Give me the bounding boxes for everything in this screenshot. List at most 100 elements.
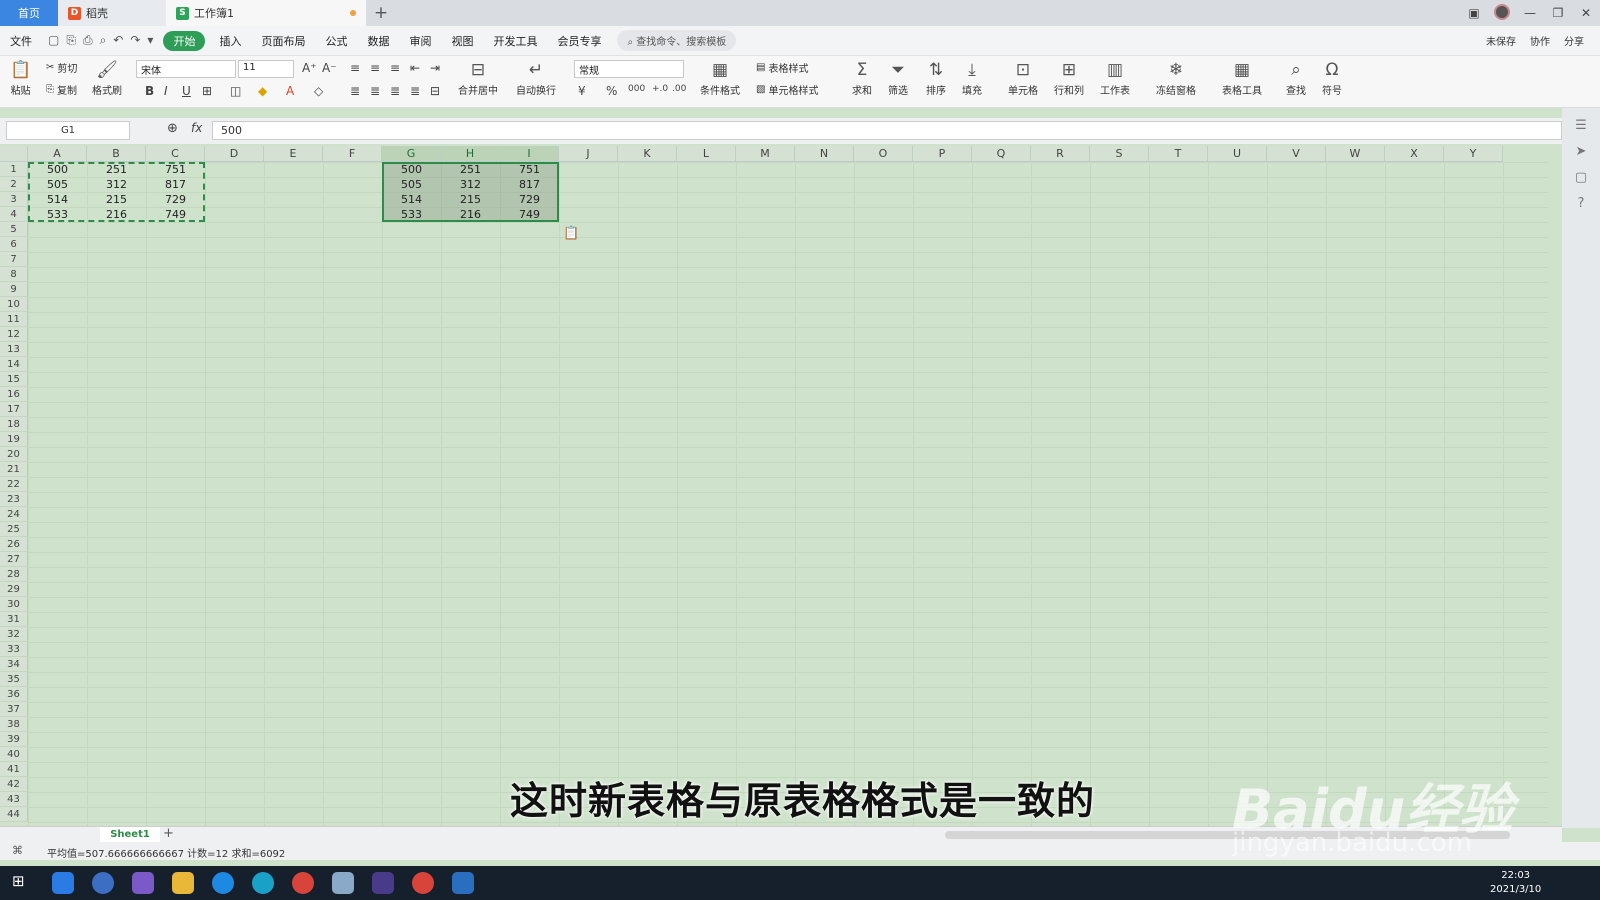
zoom-icon[interactable]: ⊕ xyxy=(167,121,178,136)
font-size-select[interactable]: 11 xyxy=(238,60,294,78)
row-header[interactable]: 20 xyxy=(0,447,28,462)
menu-review[interactable]: 审阅 xyxy=(399,33,441,49)
row-header[interactable]: 13 xyxy=(0,342,28,357)
redo-icon[interactable]: ↷ xyxy=(130,33,140,48)
menu-formula[interactable]: 公式 xyxy=(315,33,357,49)
table-tools-button[interactable]: ▦ 表格工具 xyxy=(1222,58,1262,97)
row-header[interactable]: 27 xyxy=(0,552,28,567)
column-header[interactable]: O xyxy=(854,146,913,162)
window-layout-icon[interactable]: ▣ xyxy=(1460,6,1488,20)
row-header[interactable]: 29 xyxy=(0,582,28,597)
column-header[interactable]: T xyxy=(1149,146,1208,162)
browser-icon[interactable] xyxy=(212,872,234,894)
chrome-icon-2[interactable] xyxy=(412,872,434,894)
bold-icon[interactable]: B xyxy=(145,84,154,98)
row-header[interactable]: 40 xyxy=(0,747,28,762)
menu-insert[interactable]: 插入 xyxy=(209,33,251,49)
column-header[interactable]: E xyxy=(264,146,323,162)
table-cell[interactable]: 533 xyxy=(382,207,441,222)
row-header[interactable]: 34 xyxy=(0,657,28,672)
currency-icon[interactable]: ¥ xyxy=(578,84,586,98)
row-header[interactable]: 26 xyxy=(0,537,28,552)
align-middle-icon[interactable]: ≡ xyxy=(370,61,380,75)
tab-daoke[interactable]: D 稻壳 xyxy=(58,0,166,26)
align-bottom-icon[interactable]: ≡ xyxy=(390,61,400,75)
row-header[interactable]: 19 xyxy=(0,432,28,447)
table-cell[interactable]: 251 xyxy=(87,162,146,177)
font-grow-icon[interactable]: A⁺ xyxy=(302,61,317,75)
row-header[interactable]: 14 xyxy=(0,357,28,372)
row-header[interactable]: 22 xyxy=(0,477,28,492)
sheet-tab[interactable]: Sheet1 xyxy=(100,827,160,843)
rowcol-button[interactable]: ⊞ 行和列 xyxy=(1054,58,1084,97)
justify-icon[interactable]: ≣ xyxy=(410,84,420,98)
row-header[interactable]: 32 xyxy=(0,627,28,642)
command-search[interactable]: ⌕ 查找命令、搜索模板 xyxy=(617,30,737,51)
thousands-icon[interactable]: 000 xyxy=(628,84,645,94)
spreadsheet-grid[interactable]: ABCDEFGHIJKLMNOPQRSTUVWXY 1 2 3 4 5 6 7 8 9 10 11 1… xyxy=(0,146,1548,826)
help-icon[interactable]: ? xyxy=(1573,196,1589,212)
menu-view[interactable]: 视图 xyxy=(441,33,483,49)
row-header[interactable]: 9 xyxy=(0,282,28,297)
formula-input[interactable]: 500 xyxy=(212,121,1562,140)
share-button[interactable]: 分享 xyxy=(1564,33,1584,48)
row-header[interactable]: 33 xyxy=(0,642,28,657)
filter-button[interactable]: ⏷ 筛选 xyxy=(888,58,908,97)
cell-area[interactable]: 500 251 751 505 312 817 514 215 729 533 216 749 500 2… xyxy=(28,162,1548,826)
cell-style-button[interactable]: ▧ 单元格样式 xyxy=(756,82,818,97)
table-cell[interactable]: 312 xyxy=(87,177,146,192)
app-icon-8[interactable] xyxy=(332,872,354,894)
chrome-icon[interactable] xyxy=(292,872,314,894)
menu-home[interactable]: 开始 xyxy=(163,30,206,51)
row-header[interactable]: 41 xyxy=(0,762,28,777)
wrap-text-button[interactable]: ↵ 自动换行 xyxy=(516,58,556,97)
cond-format-button[interactable]: ▦ 条件格式 xyxy=(700,58,740,97)
row-header[interactable]: 6 xyxy=(0,237,28,252)
find-button[interactable]: ⌕ 查找 xyxy=(1286,58,1306,97)
tab-home[interactable]: 首页 xyxy=(0,0,58,26)
table-cell[interactable]: 500 xyxy=(28,162,87,177)
table-cell[interactable]: 251 xyxy=(441,162,500,177)
row-header[interactable]: 37 xyxy=(0,702,28,717)
macro-icon[interactable]: ⌘ xyxy=(12,844,23,857)
table-style-button[interactable]: ▤ 表格样式 xyxy=(756,60,808,75)
column-header[interactable]: Q xyxy=(972,146,1031,162)
table-cell[interactable]: 514 xyxy=(28,192,87,207)
row-header[interactable]: 11 xyxy=(0,312,28,327)
indent-decrease-icon[interactable]: ⇤ xyxy=(410,61,420,75)
table-cell[interactable]: 817 xyxy=(500,177,559,192)
row-header[interactable]: 12 xyxy=(0,327,28,342)
cells-button[interactable]: ⊡ 单元格 xyxy=(1008,58,1038,97)
table-cell[interactable]: 505 xyxy=(382,177,441,192)
row-header[interactable]: 17 xyxy=(0,402,28,417)
table-cell[interactable]: 751 xyxy=(500,162,559,177)
table-cell[interactable]: 312 xyxy=(441,177,500,192)
row-header[interactable]: 38 xyxy=(0,717,28,732)
name-box[interactable]: G1 xyxy=(6,121,130,140)
row-header[interactable]: 43 xyxy=(0,792,28,807)
column-header[interactable]: X xyxy=(1385,146,1444,162)
undo-icon[interactable]: ↶ xyxy=(113,33,123,48)
row-header[interactable]: 24 xyxy=(0,507,28,522)
row-header[interactable]: 16 xyxy=(0,387,28,402)
table-cell[interactable]: 729 xyxy=(500,192,559,207)
panel-icon[interactable]: ▢ xyxy=(1573,170,1589,186)
column-header[interactable]: S xyxy=(1090,146,1149,162)
column-header[interactable]: Y xyxy=(1444,146,1503,162)
column-header[interactable]: N xyxy=(795,146,854,162)
add-sheet-button[interactable]: + xyxy=(163,827,174,841)
menu-data[interactable]: 数据 xyxy=(357,33,399,49)
settings-icon[interactable]: ☰ xyxy=(1573,118,1589,134)
app-icon-3[interactable] xyxy=(132,872,154,894)
sort-button[interactable]: ⇅ 排序 xyxy=(926,58,946,97)
copy-button[interactable]: ⎘ 复制 xyxy=(46,82,77,97)
row-header[interactable]: 8 xyxy=(0,267,28,282)
media-icon[interactable] xyxy=(372,872,394,894)
menu-page-layout[interactable]: 页面布局 xyxy=(251,33,315,49)
row-header[interactable]: 31 xyxy=(0,612,28,627)
minimize-button[interactable]: — xyxy=(1516,6,1544,20)
column-header[interactable]: U xyxy=(1208,146,1267,162)
table-cell[interactable]: 533 xyxy=(28,207,87,222)
row-header[interactable]: 1 xyxy=(0,162,28,177)
column-header[interactable]: F xyxy=(323,146,382,162)
